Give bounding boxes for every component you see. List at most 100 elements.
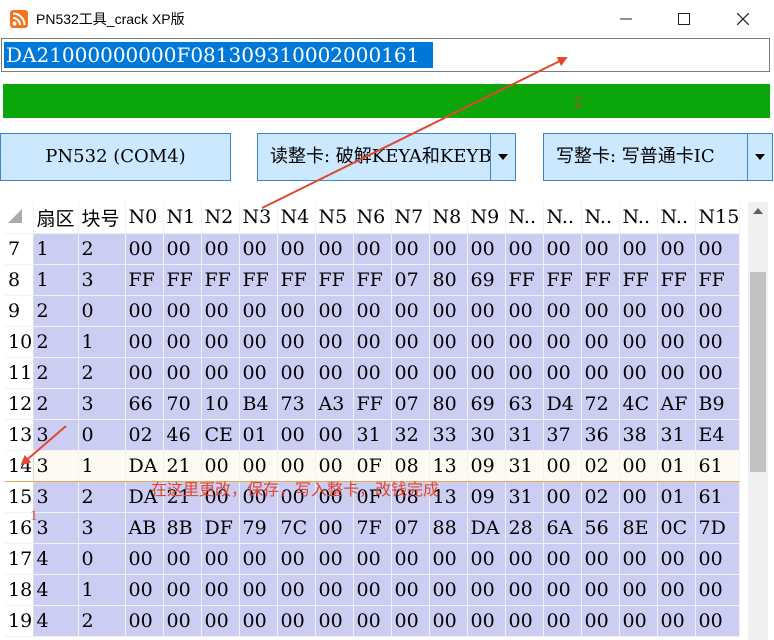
table-cell[interactable]: 00 — [125, 605, 164, 637]
table-cell[interactable]: 00 — [467, 543, 506, 575]
table-cell[interactable]: FF — [505, 264, 544, 296]
maximize-button[interactable] — [655, 0, 713, 38]
table-cell[interactable]: 00 — [619, 574, 658, 606]
table-cell[interactable]: FF — [163, 264, 202, 296]
table-cell[interactable]: 0 — [78, 543, 126, 575]
table-cell[interactable]: 00 — [695, 233, 741, 265]
table-cell[interactable]: 3 — [33, 449, 79, 482]
table-cell[interactable]: 31 — [505, 449, 544, 482]
table-cell[interactable]: 2 — [33, 326, 79, 358]
table-cell[interactable]: 4 — [33, 574, 79, 606]
write-card-select[interactable]: 写整卡: 写普通卡IC — [543, 133, 773, 181]
table-cell[interactable]: 00 — [125, 574, 164, 606]
table-cell[interactable]: 00 — [239, 543, 278, 575]
table-cell[interactable]: 00 — [467, 605, 506, 637]
table-cell[interactable]: 00 — [657, 233, 696, 265]
row-number[interactable]: 9 — [5, 295, 34, 327]
table-cell[interactable]: 00 — [391, 574, 430, 606]
table-cell[interactable]: 02 — [581, 449, 620, 482]
column-header[interactable]: N2 — [201, 202, 240, 234]
row-number[interactable]: 7 — [5, 233, 34, 265]
table-cell[interactable]: 3 — [33, 481, 79, 513]
table-cell[interactable]: 00 — [315, 605, 354, 637]
table-cell[interactable]: 00 — [619, 481, 658, 513]
table-cell[interactable]: 46 — [163, 419, 202, 451]
table-cell[interactable]: 00 — [581, 295, 620, 327]
table-cell[interactable]: 38 — [619, 419, 658, 451]
table-cell[interactable]: 00 — [315, 326, 354, 358]
table-cell[interactable]: 00 — [543, 357, 582, 389]
table-cell[interactable]: 00 — [543, 326, 582, 358]
table-cell[interactable]: 31 — [505, 481, 544, 513]
row-number[interactable]: 10 — [5, 326, 34, 358]
row-number[interactable]: 18 — [5, 574, 34, 606]
table-cell[interactable]: 00 — [505, 233, 544, 265]
table-cell[interactable]: 00 — [201, 295, 240, 327]
table-cell[interactable]: 00 — [695, 357, 741, 389]
table-cell[interactable]: 00 — [163, 326, 202, 358]
table-cell[interactable]: 00 — [353, 357, 392, 389]
table-cell[interactable]: 1 — [33, 233, 79, 265]
table-cell[interactable]: 00 — [505, 326, 544, 358]
table-cell[interactable]: 00 — [163, 357, 202, 389]
table-cell[interactable]: 00 — [125, 357, 164, 389]
column-header[interactable]: N0 — [125, 202, 164, 234]
table-cell[interactable]: 4C — [619, 388, 658, 420]
table-cell[interactable]: FF — [239, 264, 278, 296]
table-cell[interactable]: FF — [543, 264, 582, 296]
table-cell[interactable]: 00 — [695, 295, 741, 327]
column-header[interactable]: N9 — [467, 202, 506, 234]
table-cell[interactable]: 00 — [239, 295, 278, 327]
table-cell[interactable]: 31 — [657, 419, 696, 451]
table-cell[interactable]: 00 — [543, 481, 582, 513]
table-cell[interactable]: 00 — [619, 605, 658, 637]
vertical-scrollbar[interactable] — [748, 202, 768, 640]
table-cell[interactable]: FF — [201, 264, 240, 296]
table-cell[interactable]: 00 — [353, 543, 392, 575]
table-cell[interactable]: FF — [581, 264, 620, 296]
table-cell[interactable]: 3 — [33, 512, 79, 544]
table-cell[interactable]: 2 — [33, 388, 79, 420]
table-cell[interactable]: 00 — [277, 295, 316, 327]
table-cell[interactable]: 00 — [695, 605, 741, 637]
row-number[interactable]: 14 — [5, 449, 34, 482]
table-cell[interactable]: 0C — [657, 512, 696, 544]
table-cell[interactable]: 07 — [391, 388, 430, 420]
table-cell[interactable]: 7C — [277, 512, 316, 544]
table-cell[interactable]: 00 — [353, 605, 392, 637]
table-cell[interactable]: 00 — [581, 574, 620, 606]
table-cell[interactable]: 00 — [543, 543, 582, 575]
table-cell[interactable]: 2 — [78, 605, 126, 637]
table-cell[interactable]: 31 — [505, 419, 544, 451]
table-cell[interactable]: 00 — [505, 357, 544, 389]
table-cell[interactable]: 4 — [33, 543, 79, 575]
table-cell[interactable]: FF — [125, 264, 164, 296]
table-cell[interactable]: 61 — [695, 449, 741, 482]
table-cell[interactable]: 7D — [695, 512, 741, 544]
table-cell[interactable]: 2 — [33, 357, 79, 389]
row-number[interactable]: 16 — [5, 512, 34, 544]
table-cell[interactable]: 00 — [657, 574, 696, 606]
table-cell[interactable]: 00 — [429, 233, 468, 265]
table-cell[interactable]: 00 — [429, 326, 468, 358]
table-cell[interactable]: 69 — [467, 264, 506, 296]
table-cell[interactable]: 66 — [125, 388, 164, 420]
row-number[interactable]: 17 — [5, 543, 34, 575]
table-cell[interactable]: 00 — [581, 605, 620, 637]
table-cell[interactable]: FF — [657, 264, 696, 296]
table-cell[interactable]: 00 — [163, 543, 202, 575]
table-cell[interactable]: 00 — [163, 233, 202, 265]
row-number[interactable]: 13 — [5, 419, 34, 451]
scroll-up-button[interactable] — [748, 202, 768, 220]
table-cell[interactable]: 00 — [657, 543, 696, 575]
table-cell[interactable]: 00 — [163, 295, 202, 327]
row-number[interactable]: 19 — [5, 605, 34, 637]
table-cell[interactable]: 2 — [33, 295, 79, 327]
table-cell[interactable]: 07 — [391, 264, 430, 296]
table-cell[interactable]: 6A — [543, 512, 582, 544]
table-cell[interactable]: 73 — [277, 388, 316, 420]
table-cell[interactable]: E4 — [695, 419, 741, 451]
table-cell[interactable]: 09 — [467, 481, 506, 513]
table-cell[interactable]: FF — [353, 264, 392, 296]
table-cell[interactable]: 80 — [429, 264, 468, 296]
